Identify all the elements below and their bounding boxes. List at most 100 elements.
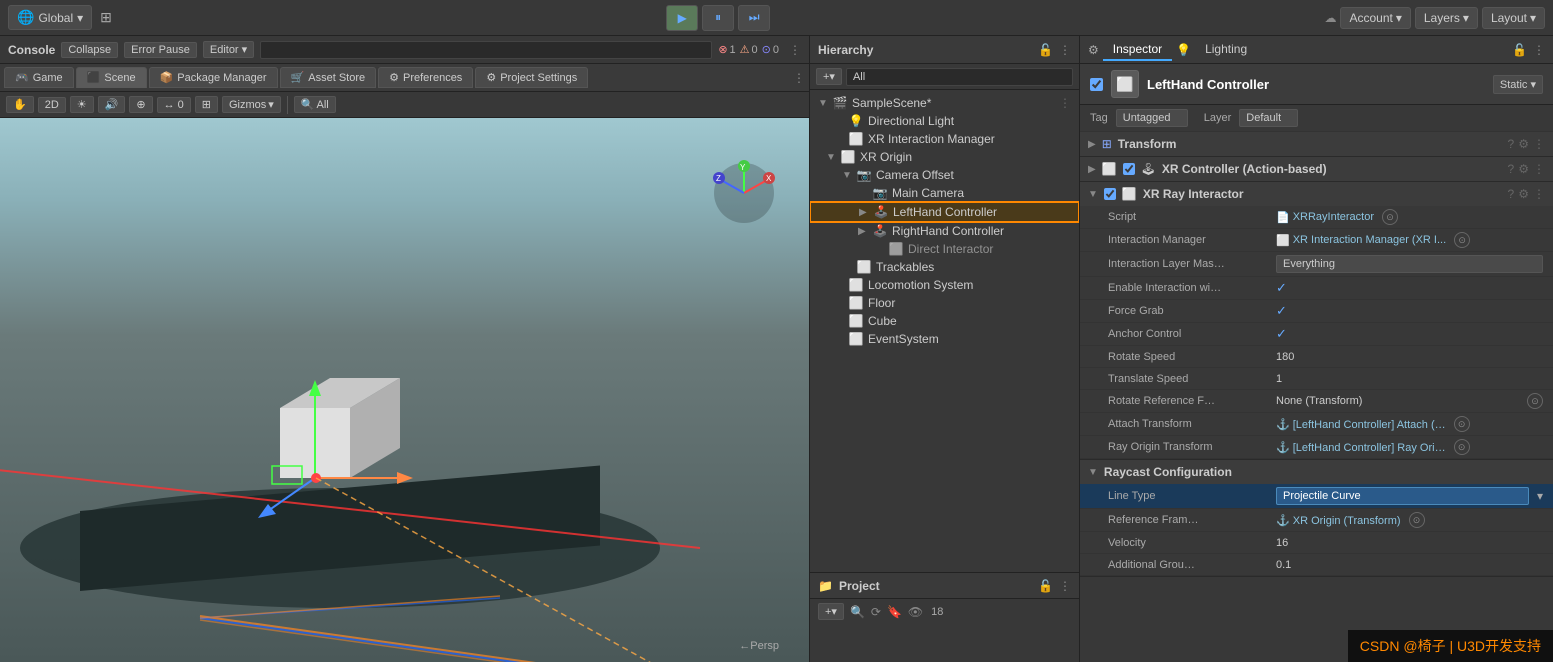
interaction-layer-mask-label: Interaction Layer Mas… bbox=[1108, 258, 1268, 270]
grid-icon[interactable]: ⊞ bbox=[100, 9, 112, 26]
error-pause-button[interactable]: Error Pause bbox=[124, 42, 197, 58]
account-button[interactable]: Account ▾ bbox=[1340, 7, 1410, 29]
interaction-layer-mask-select[interactable]: Everything bbox=[1276, 255, 1543, 273]
project-sync-icon[interactable]: ⟳ bbox=[871, 605, 881, 619]
reference-frame-btn[interactable]: ⊙ bbox=[1409, 512, 1425, 528]
tree-item-righthand-controller[interactable]: ▶ 🕹️ RightHand Controller bbox=[810, 222, 1079, 240]
pause-button[interactable]: ⏸ bbox=[702, 5, 734, 31]
xr-ray-enabled[interactable] bbox=[1104, 188, 1116, 200]
project-bookmark-icon[interactable]: 🔖 bbox=[887, 605, 902, 619]
2d-button[interactable]: 2D bbox=[38, 97, 66, 113]
layers-chevron: ▾ bbox=[1463, 11, 1469, 25]
static-button[interactable]: Static ▾ bbox=[1493, 75, 1543, 94]
editor-button[interactable]: Editor ▾ bbox=[203, 41, 254, 58]
interaction-manager-select-btn[interactable]: ⊙ bbox=[1454, 232, 1470, 248]
play-button[interactable]: ▶ bbox=[666, 5, 698, 31]
transform-settings-icon[interactable]: ⚙ bbox=[1518, 137, 1529, 151]
tab-asset-store[interactable]: 🛒 Asset Store bbox=[280, 67, 377, 88]
enable-interaction-checkbox[interactable] bbox=[1276, 280, 1287, 296]
ray-origin-btn[interactable]: ⊙ bbox=[1454, 439, 1470, 455]
tab-inspector[interactable]: Inspector bbox=[1103, 39, 1172, 61]
transform-header[interactable]: ▶ ⊞ Transform ? ⚙ ⋮ bbox=[1080, 132, 1553, 156]
step-button[interactable]: ⏭ bbox=[738, 5, 770, 31]
tab-preferences[interactable]: ⚙ Preferences bbox=[378, 67, 473, 88]
tree-item-xr-origin[interactable]: ▼ ⬜ XR Origin bbox=[810, 148, 1079, 166]
effects-button[interactable]: ⊕ bbox=[129, 96, 152, 113]
transform-actions: ? ⚙ ⋮ bbox=[1508, 137, 1545, 151]
tree-item-cube[interactable]: ▶ ⬜ Cube bbox=[810, 312, 1079, 330]
move-tool[interactable]: ↔ 0 bbox=[157, 97, 191, 113]
layer-select[interactable]: Default bbox=[1239, 109, 1298, 127]
tree-item-direct-interactor[interactable]: ▶ ⬜ Direct Interactor bbox=[810, 240, 1079, 258]
force-grab-checkbox[interactable] bbox=[1276, 303, 1287, 319]
xr-ray-interactor-component: ▼ ⬜ XR Ray Interactor ? ⚙ ⋮ Script 📄 bbox=[1080, 182, 1553, 460]
rotate-reference-btn[interactable]: ⊙ bbox=[1527, 393, 1543, 409]
global-button[interactable]: 🌐 Global ▾ bbox=[8, 5, 92, 30]
layers-button[interactable]: Layers ▾ bbox=[1415, 7, 1478, 29]
transform-more-icon[interactable]: ⋮ bbox=[1533, 137, 1545, 151]
project-add-button[interactable]: +▾ bbox=[818, 603, 844, 620]
line-type-select[interactable]: Projectile Curve bbox=[1276, 487, 1529, 505]
grid-button[interactable]: ⊞ bbox=[195, 96, 218, 113]
tab-package-manager[interactable]: 📦 Package Manager bbox=[149, 67, 278, 88]
tree-item-trackables[interactable]: ▶ ⬜ Trackables bbox=[810, 258, 1079, 276]
tabs-more-icon[interactable]: ⋮ bbox=[793, 71, 805, 85]
tree-item-xr-interaction-manager[interactable]: ▶ ⬜ XR Interaction Manager bbox=[810, 130, 1079, 148]
tree-item-main-camera[interactable]: ▶ 📷 Main Camera bbox=[810, 184, 1079, 202]
xr-ray-help-icon[interactable]: ? bbox=[1508, 187, 1515, 201]
transform-help-icon[interactable]: ? bbox=[1508, 137, 1515, 151]
raycast-header[interactable]: ▼ Raycast Configuration bbox=[1080, 460, 1553, 484]
hierarchy-more-icon[interactable]: ⋮ bbox=[1059, 43, 1071, 57]
xr-controller-settings-icon[interactable]: ⚙ bbox=[1518, 162, 1529, 176]
layout-button[interactable]: Layout ▾ bbox=[1482, 7, 1545, 29]
enable-interaction-label: Enable Interaction wi… bbox=[1108, 282, 1268, 294]
attach-transform-btn[interactable]: ⊙ bbox=[1454, 416, 1470, 432]
inspector-lock-icon[interactable]: 🔓 bbox=[1512, 43, 1527, 57]
script-value[interactable]: 📄 XRRayInteractor bbox=[1276, 211, 1374, 224]
reference-frame-value[interactable]: ⚓ XR Origin (Transform) bbox=[1276, 514, 1401, 527]
project-more-icon[interactable]: ⋮ bbox=[1059, 579, 1071, 593]
object-active-checkbox[interactable] bbox=[1090, 78, 1103, 91]
inspector-more-icon[interactable]: ⋮ bbox=[1533, 43, 1545, 57]
hierarchy-add-button[interactable]: +▾ bbox=[816, 68, 842, 85]
hierarchy-lock-icon[interactable]: 🔓 bbox=[1038, 43, 1053, 57]
xr-controller-help-icon[interactable]: ? bbox=[1508, 162, 1515, 176]
tree-item-directional-light[interactable]: ▶ 💡 Directional Light bbox=[810, 112, 1079, 130]
tree-item-camera-offset[interactable]: ▼ 📷 Camera Offset bbox=[810, 166, 1079, 184]
console-search-input[interactable] bbox=[260, 41, 712, 59]
xr-ray-interactor-header[interactable]: ▼ ⬜ XR Ray Interactor ? ⚙ ⋮ bbox=[1080, 182, 1553, 206]
light-toggle-button[interactable]: ☀ bbox=[70, 96, 94, 113]
project-search-icon[interactable]: 🔍 bbox=[850, 605, 865, 619]
attach-transform-value[interactable]: ⚓ [LeftHand Controller] Attach (… bbox=[1276, 418, 1446, 431]
xr-controller-header[interactable]: ▶ ⬜ 🕹 XR Controller (Action-based) ? ⚙ ⋮ bbox=[1080, 157, 1553, 181]
tree-item-lefthand-controller[interactable]: ▶ 🕹️ LeftHand Controller bbox=[810, 202, 1079, 222]
gizmos-button[interactable]: Gizmos ▾ bbox=[222, 96, 281, 113]
console-more-icon[interactable]: ⋮ bbox=[789, 43, 801, 57]
tree-more-icon[interactable]: ⋮ bbox=[1059, 96, 1071, 110]
collapse-button[interactable]: Collapse bbox=[61, 42, 118, 58]
tree-item-samplescene[interactable]: ▼ 🎬 SampleScene* ⋮ bbox=[810, 94, 1079, 112]
tag-select[interactable]: Untagged bbox=[1116, 109, 1188, 127]
tree-item-locomotion-system[interactable]: ▶ ⬜ Locomotion System bbox=[810, 276, 1079, 294]
interaction-manager-value[interactable]: ⬜ XR Interaction Manager (XR I... bbox=[1276, 234, 1446, 247]
script-select-btn[interactable]: ⊙ bbox=[1382, 209, 1398, 225]
anchor-control-checkbox[interactable] bbox=[1276, 326, 1287, 342]
tab-lighting[interactable]: Lighting bbox=[1195, 39, 1257, 61]
tab-game[interactable]: 🎮 Game bbox=[4, 67, 74, 88]
xr-controller-enabled[interactable] bbox=[1123, 163, 1135, 175]
search-scene-button[interactable]: 🔍 All bbox=[294, 96, 336, 113]
tab-scene[interactable]: ⬛ Scene bbox=[76, 67, 147, 88]
project-lock-icon[interactable]: 🔓 bbox=[1038, 579, 1053, 593]
tree-item-floor[interactable]: ▶ ⬜ Floor bbox=[810, 294, 1079, 312]
xr-ray-settings-icon[interactable]: ⚙ bbox=[1518, 187, 1529, 201]
audio-toggle-button[interactable]: 🔊 bbox=[98, 96, 126, 113]
scene-view[interactable]: Y X Z ←Persp bbox=[0, 118, 809, 662]
project-eye-icon[interactable]: 👁 bbox=[908, 605, 923, 619]
hand-tool-button[interactable]: ✋ bbox=[6, 96, 34, 113]
ray-origin-value[interactable]: ⚓ [LeftHand Controller] Ray Ori… bbox=[1276, 441, 1446, 454]
hierarchy-search-input[interactable] bbox=[846, 68, 1073, 86]
xr-ray-more-icon[interactable]: ⋮ bbox=[1533, 187, 1545, 201]
tab-project-settings[interactable]: ⚙ Project Settings bbox=[475, 67, 588, 88]
tree-item-eventsystem[interactable]: ▶ ⬜ EventSystem bbox=[810, 330, 1079, 348]
xr-controller-more-icon[interactable]: ⋮ bbox=[1533, 162, 1545, 176]
